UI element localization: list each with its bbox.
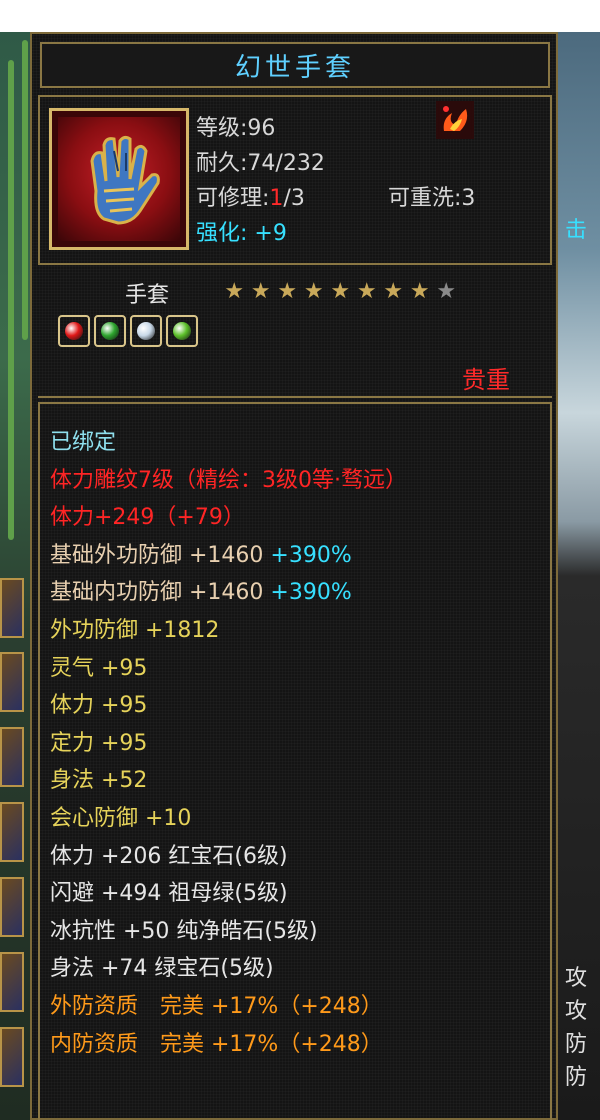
attribute-text: +390% xyxy=(270,542,352,568)
attribute-line: 体力 +95 xyxy=(50,687,407,725)
item-icon-frame xyxy=(49,108,189,250)
phoenix-emblem-icon xyxy=(436,101,474,139)
item-type: 手套 xyxy=(125,283,170,308)
star-rating: ★ ★ ★ ★ ★ ★ ★ ★ ★ xyxy=(221,281,460,303)
attribute-text: 体力 +95 xyxy=(50,693,148,719)
star-filled-icon: ★ xyxy=(330,279,351,304)
side-skill-icon[interactable] xyxy=(0,1027,24,1087)
background-text: 防 xyxy=(565,1032,588,1057)
attribute-text: 闪避 +494 祖母绿(5级) xyxy=(50,881,288,907)
star-filled-icon: ★ xyxy=(224,279,245,304)
item-name: 幻世手套 xyxy=(234,52,355,83)
attribute-line: 基础内功防御 +1460 +390% xyxy=(50,574,407,612)
item-rewash-count: 可重洗:3 xyxy=(388,186,476,211)
background-text: 击 xyxy=(565,218,588,243)
attribute-line: 冰抗性 +50 纯净皓石(5级) xyxy=(50,913,407,951)
star-empty-icon: ★ xyxy=(436,279,457,304)
side-skill-icon[interactable] xyxy=(0,727,24,787)
attribute-line: 会心防御 +10 xyxy=(50,800,407,838)
attribute-text: 会心防御 +10 xyxy=(50,805,192,831)
attribute-line: 闪避 +494 祖母绿(5级) xyxy=(50,875,407,913)
side-skill-icon[interactable] xyxy=(0,877,24,937)
item-title-bar: 幻世手套 xyxy=(40,42,550,88)
background-scenery-right xyxy=(555,32,600,1120)
attribute-text: 体力 +206 红宝石(6级) xyxy=(50,843,288,869)
emerald-gem-icon xyxy=(94,315,126,347)
attribute-text: 定力 +95 xyxy=(50,730,148,756)
star-filled-icon: ★ xyxy=(277,279,298,304)
attribute-line: 灵气 +95 xyxy=(50,650,407,688)
gauntlet-icon xyxy=(90,135,160,225)
item-repair-count: 可修理:1/3 xyxy=(196,186,305,211)
attribute-text: 身法 +74 绿宝石(5级) xyxy=(50,956,274,982)
star-filled-icon: ★ xyxy=(356,279,377,304)
attribute-list: 已绑定体力雕纹7级（精绘：3级0等·骛远） 体力+249（+79） 基础外功防御 +… xyxy=(50,424,407,1063)
attribute-text: 体力雕纹7级（精绘：3级0等·骛远） xyxy=(50,467,407,493)
background-text: 攻 xyxy=(565,966,588,991)
attribute-text: +390% xyxy=(270,580,352,606)
item-durability: 耐久:74/232 xyxy=(196,151,325,176)
attribute-line: 外防资质 完美 +17%（+248） xyxy=(50,988,407,1026)
attribute-line: 身法 +52 xyxy=(50,762,407,800)
diamond-gem-icon xyxy=(130,315,162,347)
attribute-line: 体力雕纹7级（精绘：3级0等·骛远） xyxy=(50,462,407,500)
attribute-text: 已绑定 xyxy=(50,430,117,455)
item-rarity: 贵重 xyxy=(462,366,510,394)
side-skill-icon[interactable] xyxy=(0,578,24,638)
bamboo-stalk xyxy=(8,60,14,540)
attribute-text: 体力+249（+79） xyxy=(50,505,245,531)
background-text: 攻 xyxy=(565,999,588,1024)
side-skill-icon[interactable] xyxy=(0,802,24,862)
attribute-text: 身法 +52 xyxy=(50,768,148,794)
item-level: 等级:96 xyxy=(196,116,276,141)
attribute-line: 体力 +206 红宝石(6级) xyxy=(50,838,407,876)
attribute-text: 冰抗性 +50 纯净皓石(5级) xyxy=(50,918,318,944)
side-skill-icon[interactable] xyxy=(0,652,24,712)
green-gem-icon xyxy=(166,315,198,347)
attribute-line: 外功防御 +1812 xyxy=(50,612,407,650)
attribute-line: 体力+249（+79） xyxy=(50,499,407,537)
star-filled-icon: ★ xyxy=(409,279,430,304)
attribute-line: 内防资质 完美 +17%（+248） xyxy=(50,1026,407,1064)
attribute-line: 已绑定 xyxy=(50,424,407,462)
attribute-text: 基础内功防御 +1460 xyxy=(50,580,271,606)
attribute-text: 外功防御 +1812 xyxy=(50,617,220,643)
attribute-text: 外防资质 完美 +17%（+248） xyxy=(50,993,383,1019)
gem-socket-row xyxy=(58,315,198,347)
side-skill-icon[interactable] xyxy=(0,952,24,1012)
attribute-line: 定力 +95 xyxy=(50,725,407,763)
attribute-text: 灵气 +95 xyxy=(50,655,148,681)
background-text: 防 xyxy=(565,1065,588,1090)
attribute-text: 基础外功防御 +1460 xyxy=(50,542,271,568)
star-filled-icon: ★ xyxy=(383,279,404,304)
bamboo-stalk xyxy=(22,40,28,340)
ruby-gem-icon xyxy=(58,315,90,347)
item-enhance-level: 强化: +9 xyxy=(196,221,287,246)
attribute-line: 身法 +74 绿宝石(5级) xyxy=(50,950,407,988)
star-filled-icon: ★ xyxy=(303,279,324,304)
attribute-text: 内防资质 完美 +17%（+248） xyxy=(50,1031,383,1057)
star-filled-icon: ★ xyxy=(250,279,271,304)
attribute-line: 基础外功防御 +1460 +390% xyxy=(50,537,407,575)
